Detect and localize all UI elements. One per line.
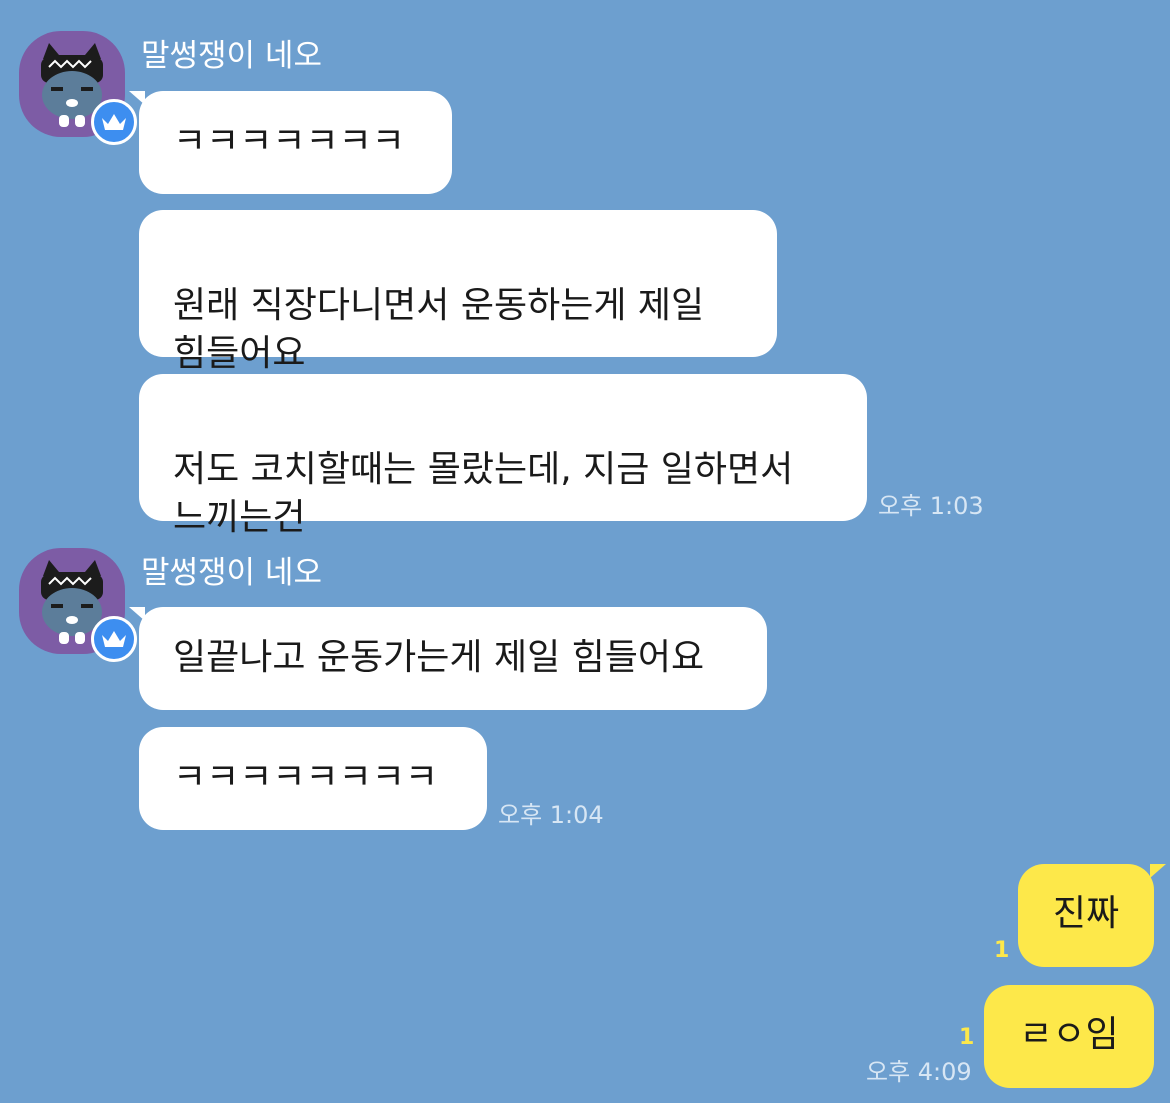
- unread-count: 1: [994, 938, 1010, 963]
- message-text: 일끝나고 운동가는게 제일 힘들어요: [173, 637, 705, 678]
- sender-name[interactable]: 말썽쟁이 네오: [141, 555, 322, 591]
- crown-icon: [102, 631, 126, 647]
- message-text: 저도 코치할때는 몰랐는데, 지금 일하면서 느끼는건: [173, 449, 794, 538]
- message-bubble[interactable]: 원래 직장다니면서 운동하는게 제일 힘들어요: [139, 210, 777, 374]
- message-bubble[interactable]: 저도 코치할때는 몰랐는데, 지금 일하면서 느끼는건: [139, 374, 867, 538]
- crown-badge: [91, 99, 137, 145]
- message-time: 오후 1:04: [498, 801, 604, 829]
- message-time: 오후 1:03: [878, 492, 984, 520]
- message-text: 진짜: [1052, 893, 1120, 934]
- message-text: ㅋㅋㅋㅋㅋㅋㅋㅋ: [173, 757, 438, 798]
- sender-avatar[interactable]: [19, 548, 137, 662]
- sender-name[interactable]: 말썽쟁이 네오: [141, 38, 322, 74]
- unread-count: 1: [959, 1025, 975, 1050]
- my-message-bubble[interactable]: ㄹㅇ임: [984, 985, 1154, 1088]
- message-bubble[interactable]: ㅋㅋㅋㅋㅋㅋㅋㅋ: [139, 727, 487, 830]
- message-text: ㅋㅋㅋㅋㅋㅋㅋ: [173, 121, 405, 162]
- message-bubble[interactable]: 일끝나고 운동가는게 제일 힘들어요: [129, 607, 767, 710]
- crown-icon: [102, 114, 126, 130]
- crown-badge: [91, 616, 137, 662]
- message-time: 오후 4:09: [866, 1058, 972, 1086]
- message-bubble[interactable]: ㅋㅋㅋㅋㅋㅋㅋ: [129, 91, 452, 194]
- my-message-bubble[interactable]: 진짜: [1018, 864, 1166, 967]
- sender-avatar[interactable]: [19, 31, 137, 145]
- message-text: ㄹㅇ임: [1019, 1014, 1119, 1055]
- message-text: 원래 직장다니면서 운동하는게 제일 힘들어요: [173, 285, 705, 374]
